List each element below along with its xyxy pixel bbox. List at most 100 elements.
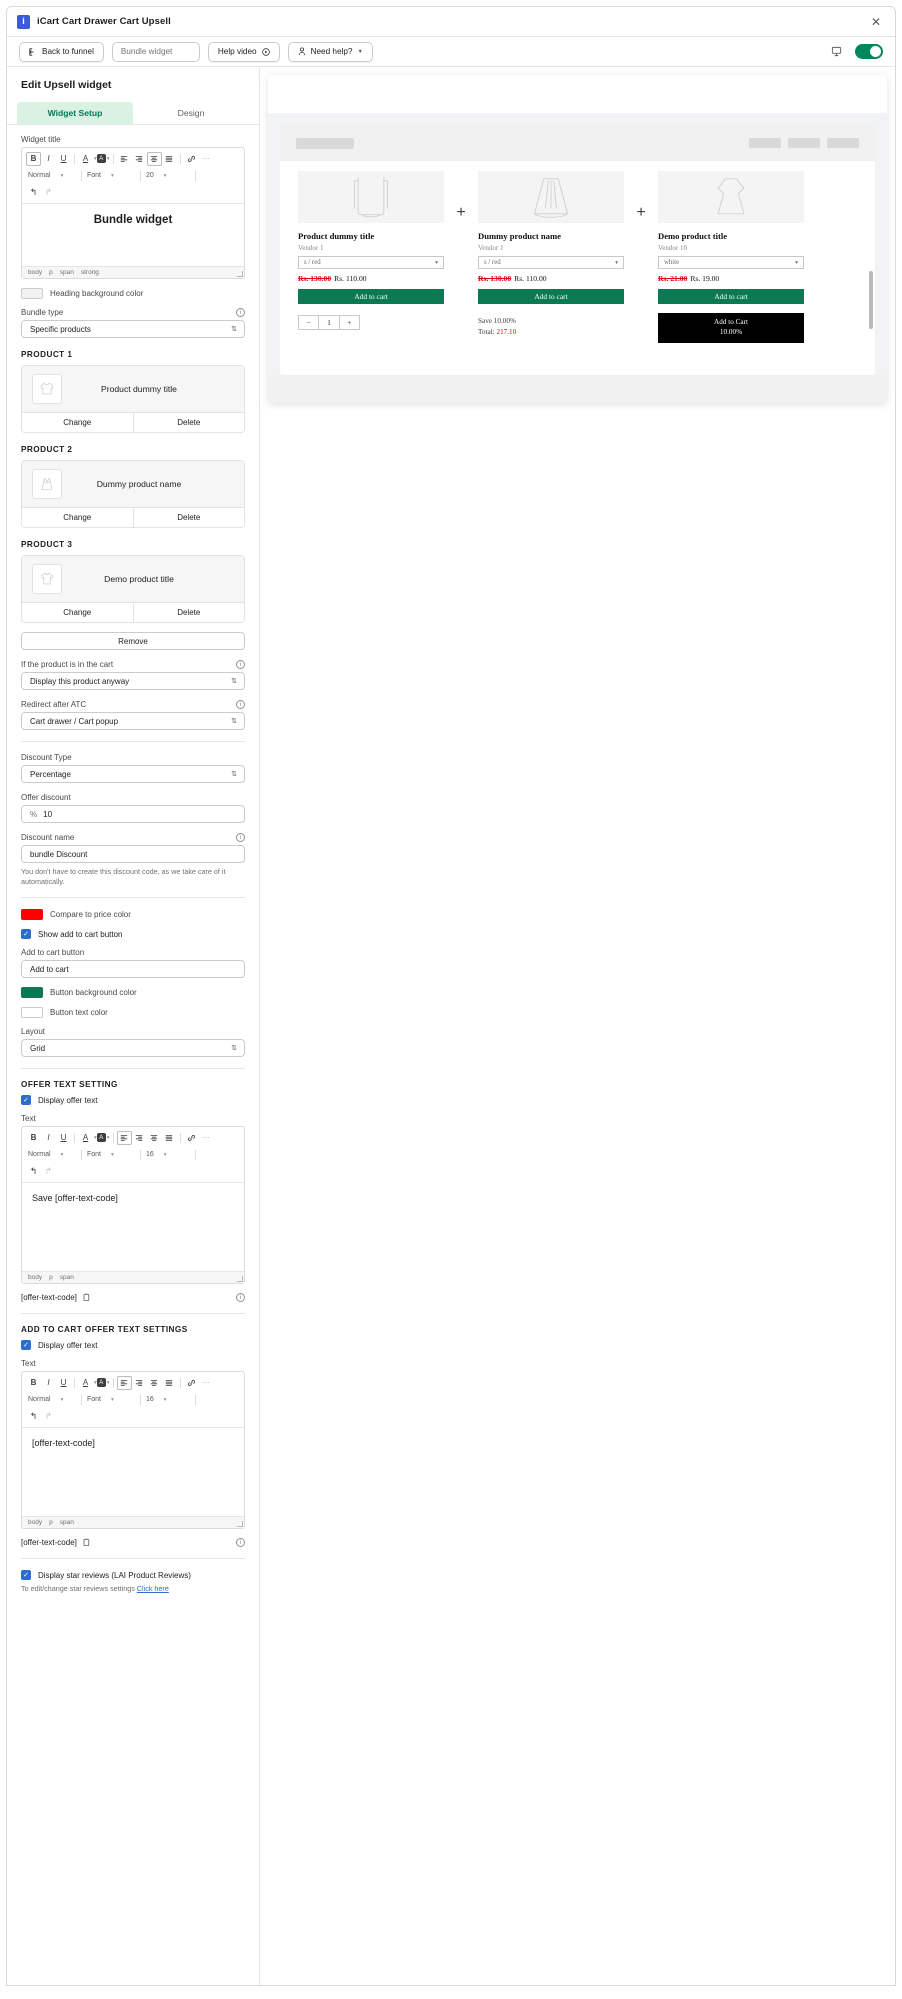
align-justify-icon[interactable]: [162, 1376, 177, 1390]
italic-icon[interactable]: I: [41, 152, 56, 166]
breadcrumb-item[interactable]: span: [60, 1274, 74, 1281]
atc-offer-text-editor-body[interactable]: [offer-text-code]: [22, 1428, 244, 1516]
help-video-button[interactable]: Help video: [207, 41, 280, 62]
compare-price-color-swatch[interactable]: [21, 909, 43, 921]
align-justify-icon[interactable]: [162, 1131, 177, 1145]
highlight-color-icon[interactable]: A: [96, 1133, 106, 1143]
underline-icon[interactable]: U: [56, 152, 71, 166]
product-2-change-button[interactable]: Change: [22, 508, 133, 527]
info-icon[interactable]: i: [236, 1538, 245, 1548]
align-right-icon[interactable]: [132, 1376, 147, 1390]
font-size-select[interactable]: 20 ▾: [144, 169, 192, 182]
button-background-color-swatch[interactable]: [21, 987, 43, 999]
discount-type-select[interactable]: Percentage: [21, 765, 245, 783]
back-to-funnel-button[interactable]: Back to funnel: [19, 41, 104, 62]
breadcrumb-item[interactable]: body: [28, 1274, 42, 1281]
underline-icon[interactable]: U: [56, 1131, 71, 1145]
preview-product-3-variant-select[interactable]: white: [658, 256, 804, 269]
product-3-delete-button[interactable]: Delete: [132, 603, 245, 622]
breadcrumb-item[interactable]: p: [49, 1519, 53, 1526]
font-family-select[interactable]: Font ▾: [85, 1393, 137, 1406]
font-family-select[interactable]: Font ▾: [85, 169, 137, 182]
underline-icon[interactable]: U: [56, 1376, 71, 1390]
font-family-select[interactable]: Font ▾: [85, 1148, 137, 1161]
discount-name-input[interactable]: bundle Discount: [21, 845, 245, 863]
redo-icon[interactable]: ↱: [41, 1410, 56, 1424]
bold-icon[interactable]: B: [26, 1376, 41, 1390]
heading-background-color-swatch[interactable]: [21, 288, 43, 299]
preview-scrollbar[interactable]: [869, 271, 873, 329]
editor-resize-handle[interactable]: [237, 1276, 243, 1283]
button-text-color-swatch[interactable]: [21, 1007, 43, 1019]
copy-icon[interactable]: [82, 1538, 90, 1547]
product-1-delete-button[interactable]: Delete: [132, 413, 245, 432]
widget-name-input[interactable]: [111, 41, 200, 62]
link-icon[interactable]: [184, 152, 199, 166]
paragraph-style-select[interactable]: Normal ▾: [26, 1148, 78, 1161]
layout-select[interactable]: Grid: [21, 1039, 245, 1058]
in-cart-select[interactable]: Display this product anyway: [21, 672, 245, 690]
bold-icon[interactable]: B: [26, 151, 41, 166]
bundle-type-select[interactable]: Specific products: [21, 320, 245, 338]
align-justify-icon[interactable]: [162, 152, 177, 166]
info-icon[interactable]: i: [236, 660, 245, 669]
more-options-icon[interactable]: ⋯: [199, 1131, 214, 1145]
redo-icon[interactable]: ↱: [41, 1165, 56, 1179]
align-center-icon[interactable]: [146, 151, 162, 166]
paragraph-style-select[interactable]: Normal ▾: [26, 169, 78, 182]
breadcrumb-item[interactable]: body: [28, 1519, 42, 1526]
font-size-select[interactable]: 16 ▾: [144, 1148, 192, 1161]
highlight-color-icon[interactable]: A: [96, 1378, 106, 1388]
align-right-icon[interactable]: [132, 1131, 147, 1145]
breadcrumb-item[interactable]: body: [28, 269, 42, 276]
atc-button-input[interactable]: Add to cart: [21, 960, 245, 979]
star-reviews-checkbox[interactable]: ✓: [21, 1570, 31, 1581]
more-options-icon[interactable]: ⋯: [199, 1376, 214, 1390]
more-options-icon[interactable]: ⋯: [199, 152, 214, 166]
quantity-decrease-button[interactable]: −: [299, 316, 318, 329]
preview-product-1-add-to-cart-button[interactable]: Add to cart: [298, 289, 444, 304]
paragraph-style-select[interactable]: Normal ▾: [26, 1393, 78, 1406]
breadcrumb-item[interactable]: p: [49, 269, 53, 276]
align-left-icon[interactable]: [116, 1375, 132, 1390]
show-add-to-cart-checkbox[interactable]: ✓: [21, 929, 31, 940]
redo-icon[interactable]: ↱: [41, 186, 56, 200]
font-size-select[interactable]: 16 ▾: [144, 1393, 192, 1406]
breadcrumb-item[interactable]: strong: [81, 269, 99, 276]
breadcrumb-item[interactable]: p: [49, 1274, 53, 1281]
quantity-input[interactable]: 1: [318, 316, 340, 329]
info-icon[interactable]: i: [236, 308, 245, 317]
tab-design[interactable]: Design: [133, 102, 249, 124]
need-help-button[interactable]: Need help? ▼: [287, 41, 373, 62]
preview-product-3-add-to-cart-button[interactable]: Add to cart: [658, 289, 804, 304]
product-2-delete-button[interactable]: Delete: [132, 508, 245, 527]
widget-enabled-toggle[interactable]: [855, 44, 883, 59]
star-reviews-settings-link[interactable]: Click here: [137, 1584, 169, 1593]
align-center-icon[interactable]: [147, 1376, 162, 1390]
preview-product-2-add-to-cart-button[interactable]: Add to cart: [478, 289, 624, 304]
product-1-change-button[interactable]: Change: [22, 413, 133, 432]
italic-icon[interactable]: I: [41, 1376, 56, 1390]
preview-product-1-variant-select[interactable]: s / red: [298, 256, 444, 269]
info-icon[interactable]: i: [236, 833, 245, 842]
atc-display-offer-text-checkbox[interactable]: ✓: [21, 1340, 31, 1351]
italic-icon[interactable]: I: [41, 1131, 56, 1145]
link-icon[interactable]: [184, 1131, 199, 1145]
undo-icon[interactable]: ↰: [26, 186, 41, 200]
align-left-icon[interactable]: [117, 152, 132, 166]
breadcrumb-item[interactable]: span: [60, 269, 74, 276]
redirect-select[interactable]: Cart drawer / Cart popup: [21, 712, 245, 730]
widget-title-editor-body[interactable]: Bundle widget: [22, 204, 244, 266]
align-left-icon[interactable]: [116, 1130, 132, 1145]
info-icon[interactable]: i: [236, 700, 245, 709]
align-right-icon[interactable]: [132, 152, 147, 166]
display-offer-text-checkbox[interactable]: ✓: [21, 1095, 31, 1106]
undo-icon[interactable]: ↰: [26, 1165, 41, 1179]
offer-discount-input[interactable]: % 10: [21, 805, 245, 823]
editor-resize-handle[interactable]: [237, 1521, 243, 1528]
bold-icon[interactable]: B: [26, 1131, 41, 1145]
device-preview-icon[interactable]: [831, 46, 843, 58]
product-3-change-button[interactable]: Change: [22, 603, 133, 622]
text-color-icon[interactable]: A: [78, 1131, 93, 1145]
preview-product-2-variant-select[interactable]: s / red: [478, 256, 624, 269]
